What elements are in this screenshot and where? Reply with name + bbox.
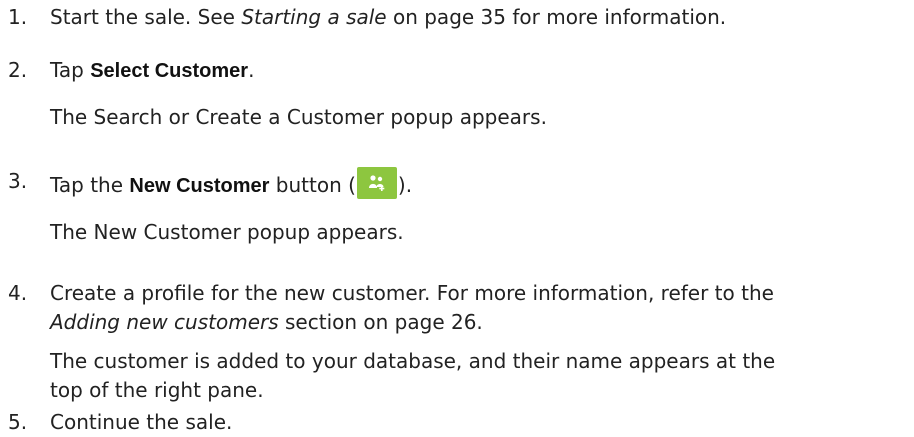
step-3: 3. Tap the New Customer button ().: [8, 167, 914, 201]
step-text: Tap the New Customer button ().: [50, 167, 914, 201]
step-text: Tap Select Customer.: [50, 56, 914, 86]
step-4-result-line1: The customer is added to your database, …: [50, 349, 776, 373]
step-3-result: The New Customer popup appears.: [50, 220, 404, 244]
cross-reference: Starting a sale: [241, 5, 387, 29]
text-run: section on page 26.: [278, 310, 483, 334]
step-2: 2. Tap Select Customer.: [8, 56, 914, 86]
text-run: Tap the: [50, 173, 130, 197]
new-customer-icon: [356, 167, 397, 199]
step-text-continued: Adding new customers section on page 26.: [50, 308, 914, 337]
text-run: button (: [269, 173, 356, 197]
step-number: 2.: [8, 58, 28, 82]
step-number: 4.: [8, 281, 28, 305]
ui-label-select-customer: Select Customer: [90, 60, 249, 82]
step-2-result: The Search or Create a Customer popup ap…: [50, 105, 547, 129]
step-number: 3.: [8, 169, 28, 193]
ui-label-new-customer: New Customer: [129, 175, 270, 197]
text-run: Start the sale. See: [50, 5, 242, 29]
text-run: ).: [397, 173, 413, 197]
step-4-result-line2: top of the right pane.: [50, 378, 264, 402]
text-run: .: [248, 58, 255, 82]
text-run: on page 35 for more information.: [386, 5, 727, 29]
step-1: 1. Start the sale. See Starting a sale o…: [8, 3, 914, 32]
step-text: Create a profile for the new customer. F…: [50, 281, 774, 305]
step-number: 1.: [8, 5, 28, 29]
text-run: Tap: [50, 58, 91, 82]
cross-reference: Adding new customers: [50, 310, 279, 334]
step-4: 4. Create a profile for the new customer…: [8, 279, 914, 337]
step-text: Start the sale. See Starting a sale on p…: [50, 3, 914, 32]
